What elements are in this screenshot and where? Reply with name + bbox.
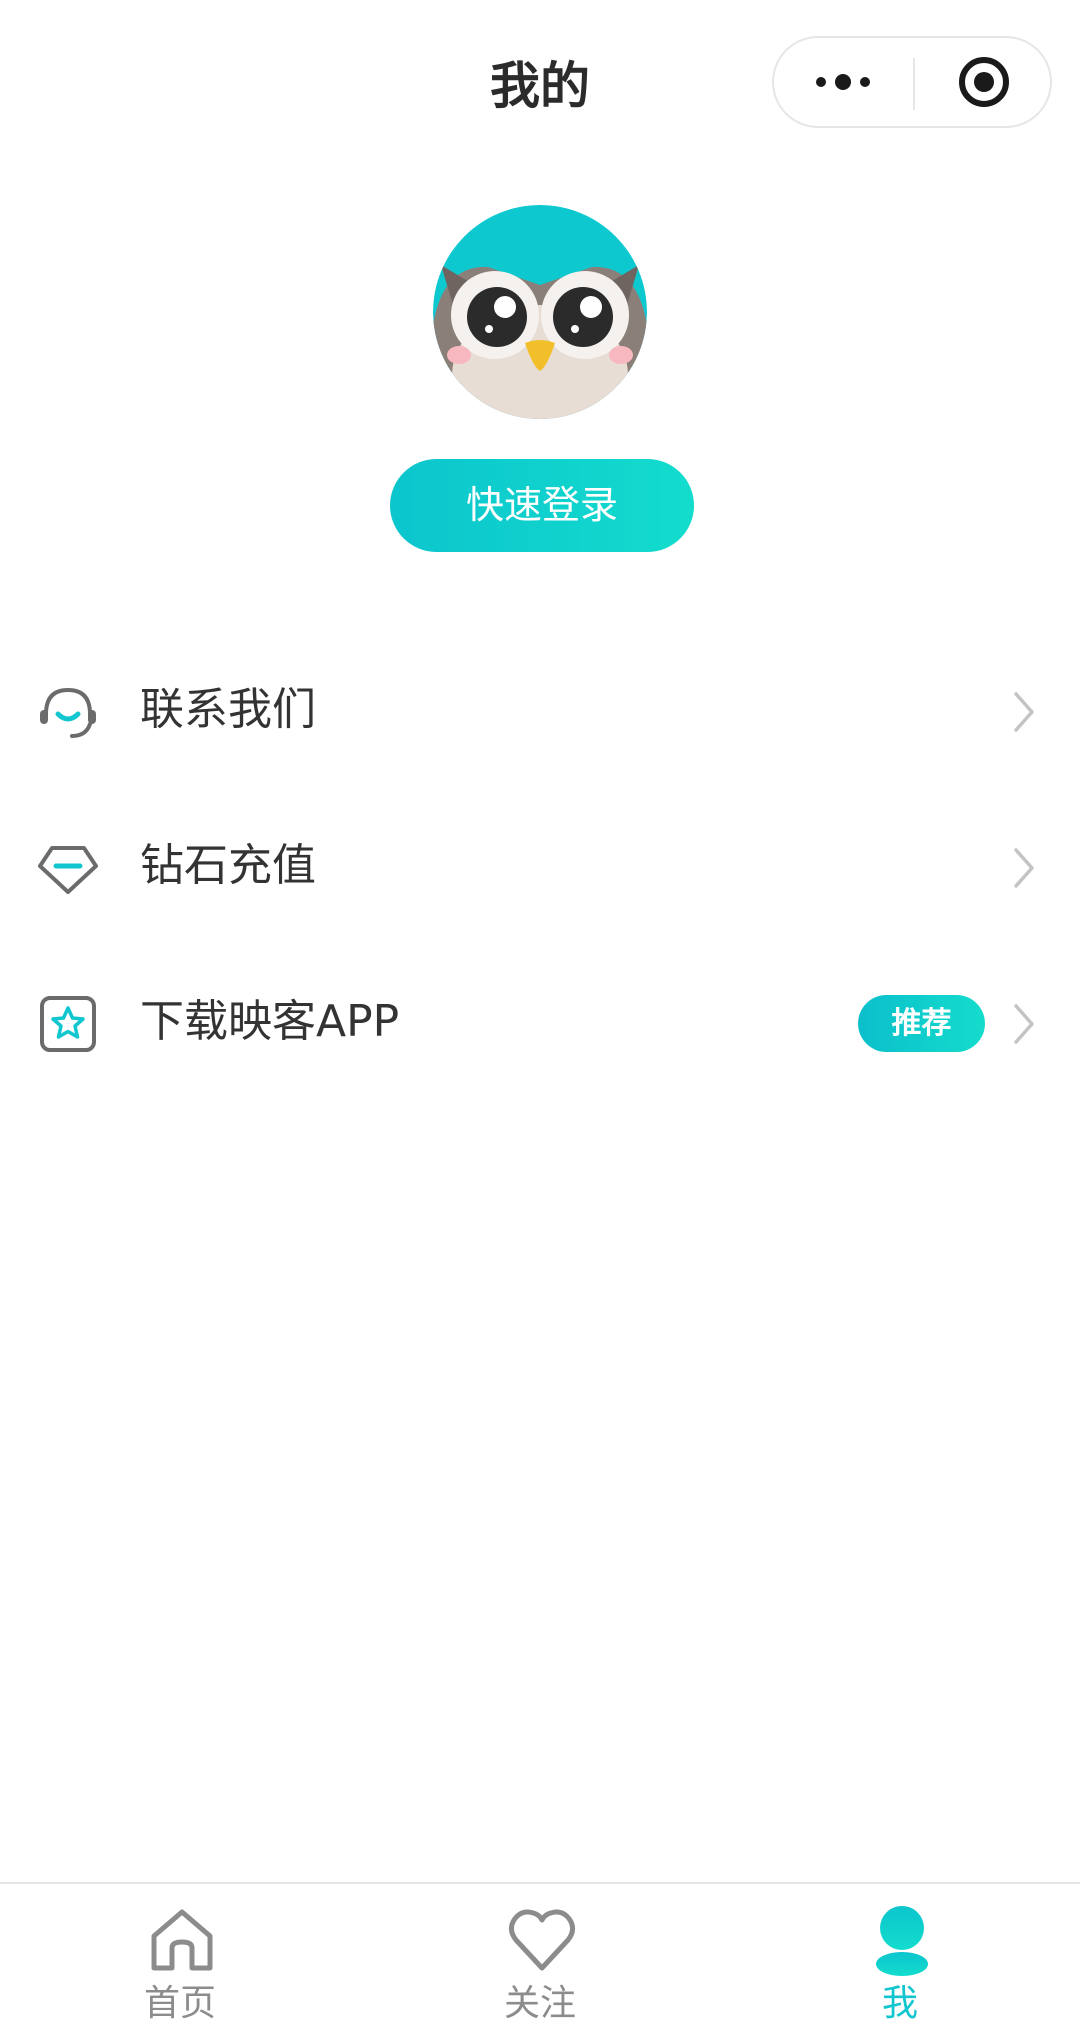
chevron-right-icon	[1014, 848, 1034, 888]
tab-label: 首页	[143, 1983, 216, 2024]
nav-bar: 我的	[0, 0, 1080, 170]
target-circle-icon	[959, 57, 1009, 107]
tab-bar: 首页 关注 我	[0, 1882, 1080, 2040]
home-icon	[151, 1909, 213, 1971]
menu-list: 联系我们 钻石充值 下载映客APP 推荐	[0, 632, 1080, 1100]
menu-item-download-app[interactable]: 下载映客APP 推荐	[0, 944, 1080, 1100]
recommend-badge: 推荐	[858, 995, 985, 1052]
tab-follow[interactable]: 关注	[360, 1884, 720, 2040]
menu-item-diamond-recharge[interactable]: 钻石充值	[0, 788, 1080, 944]
diamond-icon	[38, 846, 98, 894]
person-icon	[876, 1906, 928, 1976]
tab-label: 我	[881, 1983, 918, 2024]
star-box-icon	[40, 996, 96, 1052]
tab-label: 关注	[503, 1983, 576, 2024]
more-button[interactable]	[774, 38, 912, 126]
tab-home[interactable]: 首页	[0, 1884, 360, 2040]
quick-login-button[interactable]: 快速登录	[390, 459, 694, 552]
headset-icon	[40, 687, 96, 738]
avatar[interactable]	[433, 205, 647, 419]
menu-item-contact-us[interactable]: 联系我们	[0, 632, 1080, 788]
menu-item-label: 钻石充值	[140, 840, 316, 891]
chevron-right-icon	[1014, 692, 1034, 732]
heart-icon	[508, 1909, 576, 1971]
tab-me[interactable]: 我	[720, 1884, 1080, 2040]
close-button[interactable]	[915, 38, 1053, 126]
mini-program-capsule	[772, 36, 1052, 128]
more-dots-icon	[816, 74, 870, 90]
chevron-right-icon	[1014, 1004, 1034, 1044]
menu-item-label: 联系我们	[140, 684, 316, 735]
owl-avatar-icon	[433, 205, 647, 419]
menu-item-label: 下载映客APP	[140, 996, 400, 1047]
